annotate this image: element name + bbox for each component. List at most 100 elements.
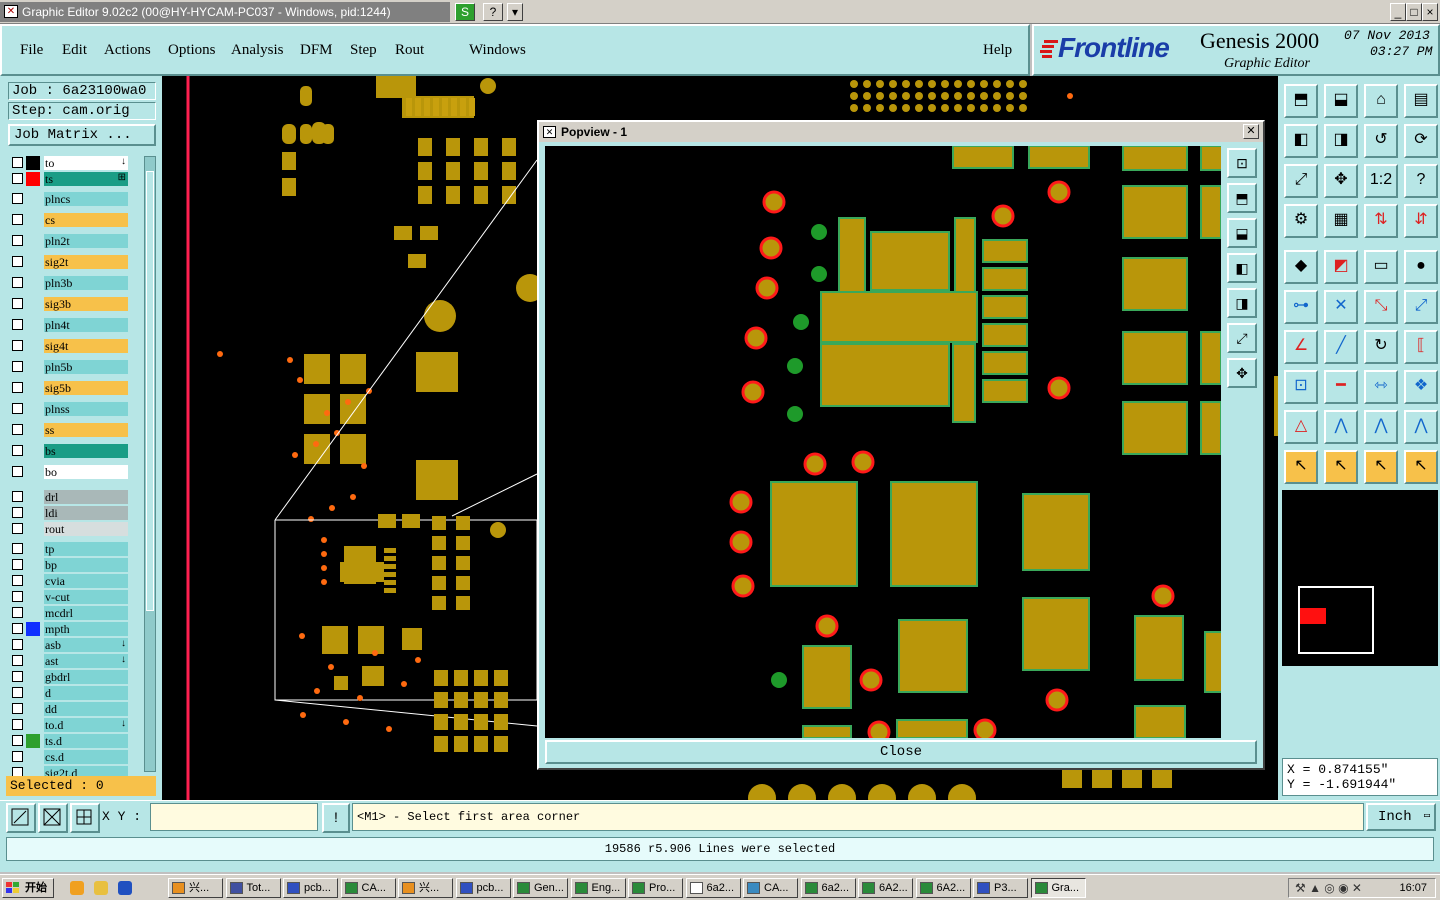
layer-row-mcdrl[interactable]: mcdrl — [10, 606, 130, 620]
ruler-icon[interactable]: ▭ — [1364, 250, 1398, 284]
help-query-icon[interactable]: ? — [1404, 164, 1438, 198]
menu-file[interactable]: File — [20, 42, 43, 59]
layer-row-pln2t[interactable]: pln2t — [10, 234, 130, 248]
layer-name[interactable]: sig4t — [44, 339, 128, 353]
add-pad-icon[interactable]: ◆ — [1284, 250, 1318, 284]
layer-row-ast[interactable]: ast ↓ — [10, 654, 130, 668]
fill-icon[interactable]: ◩ — [1324, 250, 1358, 284]
slash-icon[interactable]: ╱ — [1324, 330, 1358, 364]
layer-name[interactable]: ast — [44, 654, 128, 668]
layer-color-swatch[interactable] — [26, 381, 40, 395]
layer-row-mpth[interactable]: mpth — [10, 622, 130, 636]
menu-analysis[interactable]: Analysis — [231, 42, 284, 59]
layer-row-pln5b[interactable]: pln5b — [10, 360, 130, 374]
layer-toggle-icon[interactable]: ⇅ — [1364, 204, 1398, 238]
layer-checkbox[interactable] — [12, 214, 23, 225]
layer-checkbox[interactable] — [12, 735, 23, 746]
layer-row-to-d[interactable]: to.d ↓ — [10, 718, 130, 732]
pan-left-icon[interactable]: ◧ — [1284, 124, 1318, 158]
layer-checkbox[interactable] — [12, 623, 23, 634]
layer-color-swatch[interactable] — [26, 590, 40, 604]
layer-color-swatch[interactable] — [26, 156, 40, 170]
menu-edit[interactable]: Edit — [62, 42, 87, 59]
layer-color-swatch[interactable] — [26, 339, 40, 353]
layer-row-cs[interactable]: cs — [10, 213, 130, 227]
layer-color-swatch[interactable] — [26, 255, 40, 269]
layer-checkbox[interactable] — [12, 523, 23, 534]
layer-checkbox[interactable] — [12, 157, 23, 168]
layer-row-drl[interactable]: drl — [10, 490, 130, 504]
layer-color-swatch[interactable] — [26, 542, 40, 556]
layer-color-swatch[interactable] — [26, 506, 40, 520]
layer-name[interactable]: mcdrl — [44, 606, 128, 620]
taskbar-item[interactable]: 6A2... — [858, 878, 913, 898]
taskbar-item[interactable]: 6a2... — [800, 878, 856, 898]
layer-color-swatch[interactable] — [26, 670, 40, 684]
measure-tool-icon[interactable]: ⚙ — [1284, 204, 1318, 238]
layer-color-swatch[interactable] — [26, 702, 40, 716]
zoom-home-icon[interactable]: ⬒ — [1284, 84, 1318, 118]
layer-checkbox[interactable] — [12, 319, 23, 330]
menu-windows[interactable]: Windows — [469, 42, 526, 59]
dropdown-icon[interactable]: ▾ — [507, 3, 523, 21]
layer-name[interactable]: ldi — [44, 506, 128, 520]
layer-checkbox[interactable] — [12, 340, 23, 351]
pan-right-icon[interactable]: ◨ — [1324, 124, 1358, 158]
group-icon[interactable]: ❖ — [1404, 370, 1438, 404]
layer-row-bp[interactable]: bp — [10, 558, 130, 572]
overview-map[interactable] — [1282, 490, 1438, 666]
layer-name[interactable]: cvia — [44, 574, 128, 588]
layer-compare-icon[interactable]: ⇵ — [1404, 204, 1438, 238]
layer-row-plnss[interactable]: plnss — [10, 402, 130, 416]
layer-name[interactable]: sig3b — [44, 297, 128, 311]
start-button[interactable]: 开始 — [2, 878, 54, 898]
layer-color-swatch[interactable] — [26, 718, 40, 732]
layer-checkbox[interactable] — [12, 466, 23, 477]
taskbar-item[interactable]: CA... — [340, 878, 396, 898]
polygon-icon[interactable]: ⋀ — [1364, 410, 1398, 444]
taskbar-item[interactable]: 兴... — [168, 878, 223, 898]
close-button[interactable]: × — [1422, 3, 1438, 21]
outline-icon[interactable]: ⋀ — [1324, 410, 1358, 444]
triangle-icon[interactable]: △ — [1284, 410, 1318, 444]
layer-checkbox[interactable] — [12, 256, 23, 267]
layer-row-cs-d[interactable]: cs.d — [10, 750, 130, 764]
taskbar-item[interactable]: Tot... — [225, 878, 281, 898]
layer-checkbox[interactable] — [12, 719, 23, 730]
layer-name[interactable]: mpth — [44, 622, 128, 636]
select-net-icon[interactable]: ↖ — [1364, 450, 1398, 484]
move-node-icon[interactable]: ⤡ — [1364, 290, 1398, 324]
layer-name[interactable]: bs — [44, 444, 128, 458]
layer-row-to[interactable]: to ↓ — [10, 156, 130, 170]
undo-zoom-icon[interactable]: ↺ — [1364, 124, 1398, 158]
taskbar-item[interactable]: 兴... — [398, 878, 453, 898]
taskbar-item[interactable]: Eng... — [570, 878, 626, 898]
layer-row-sig4t[interactable]: sig4t — [10, 339, 130, 353]
taskbar-item[interactable]: Gen... — [513, 878, 568, 898]
layer-color-swatch[interactable] — [26, 606, 40, 620]
layer-checkbox[interactable] — [12, 173, 23, 184]
select-path-icon[interactable]: ↖ — [1404, 450, 1438, 484]
layer-name[interactable]: ts — [44, 172, 128, 186]
layer-name[interactable]: cs.d — [44, 750, 128, 764]
layer-checkbox[interactable] — [12, 507, 23, 518]
layer-color-swatch[interactable] — [26, 654, 40, 668]
layer-row-sig3b[interactable]: sig3b — [10, 297, 130, 311]
layer-checkbox[interactable] — [12, 671, 23, 682]
window-icon[interactable]: ▤ — [1404, 84, 1438, 118]
layer-checkbox[interactable] — [12, 687, 23, 698]
layer-row-v-cut[interactable]: v-cut — [10, 590, 130, 604]
delete-node-icon[interactable]: ✕ — [1324, 290, 1358, 324]
select-box-icon[interactable]: ↖ — [1324, 450, 1358, 484]
corner-icon[interactable]: ⊡ — [1284, 370, 1318, 404]
layer-row-rout[interactable]: rout — [10, 522, 130, 536]
pv-zoom-icon[interactable]: ⊡ — [1227, 148, 1257, 178]
layer-color-swatch[interactable] — [26, 734, 40, 748]
layer-color-swatch[interactable] — [26, 297, 40, 311]
pv-center-icon[interactable]: ✥ — [1227, 358, 1257, 388]
menu-options[interactable]: Options — [168, 42, 216, 59]
layer-name[interactable]: sig2t — [44, 255, 128, 269]
layer-color-swatch[interactable] — [26, 490, 40, 504]
layer-checkbox[interactable] — [12, 591, 23, 602]
surface-icon[interactable]: ⋀ — [1404, 410, 1438, 444]
